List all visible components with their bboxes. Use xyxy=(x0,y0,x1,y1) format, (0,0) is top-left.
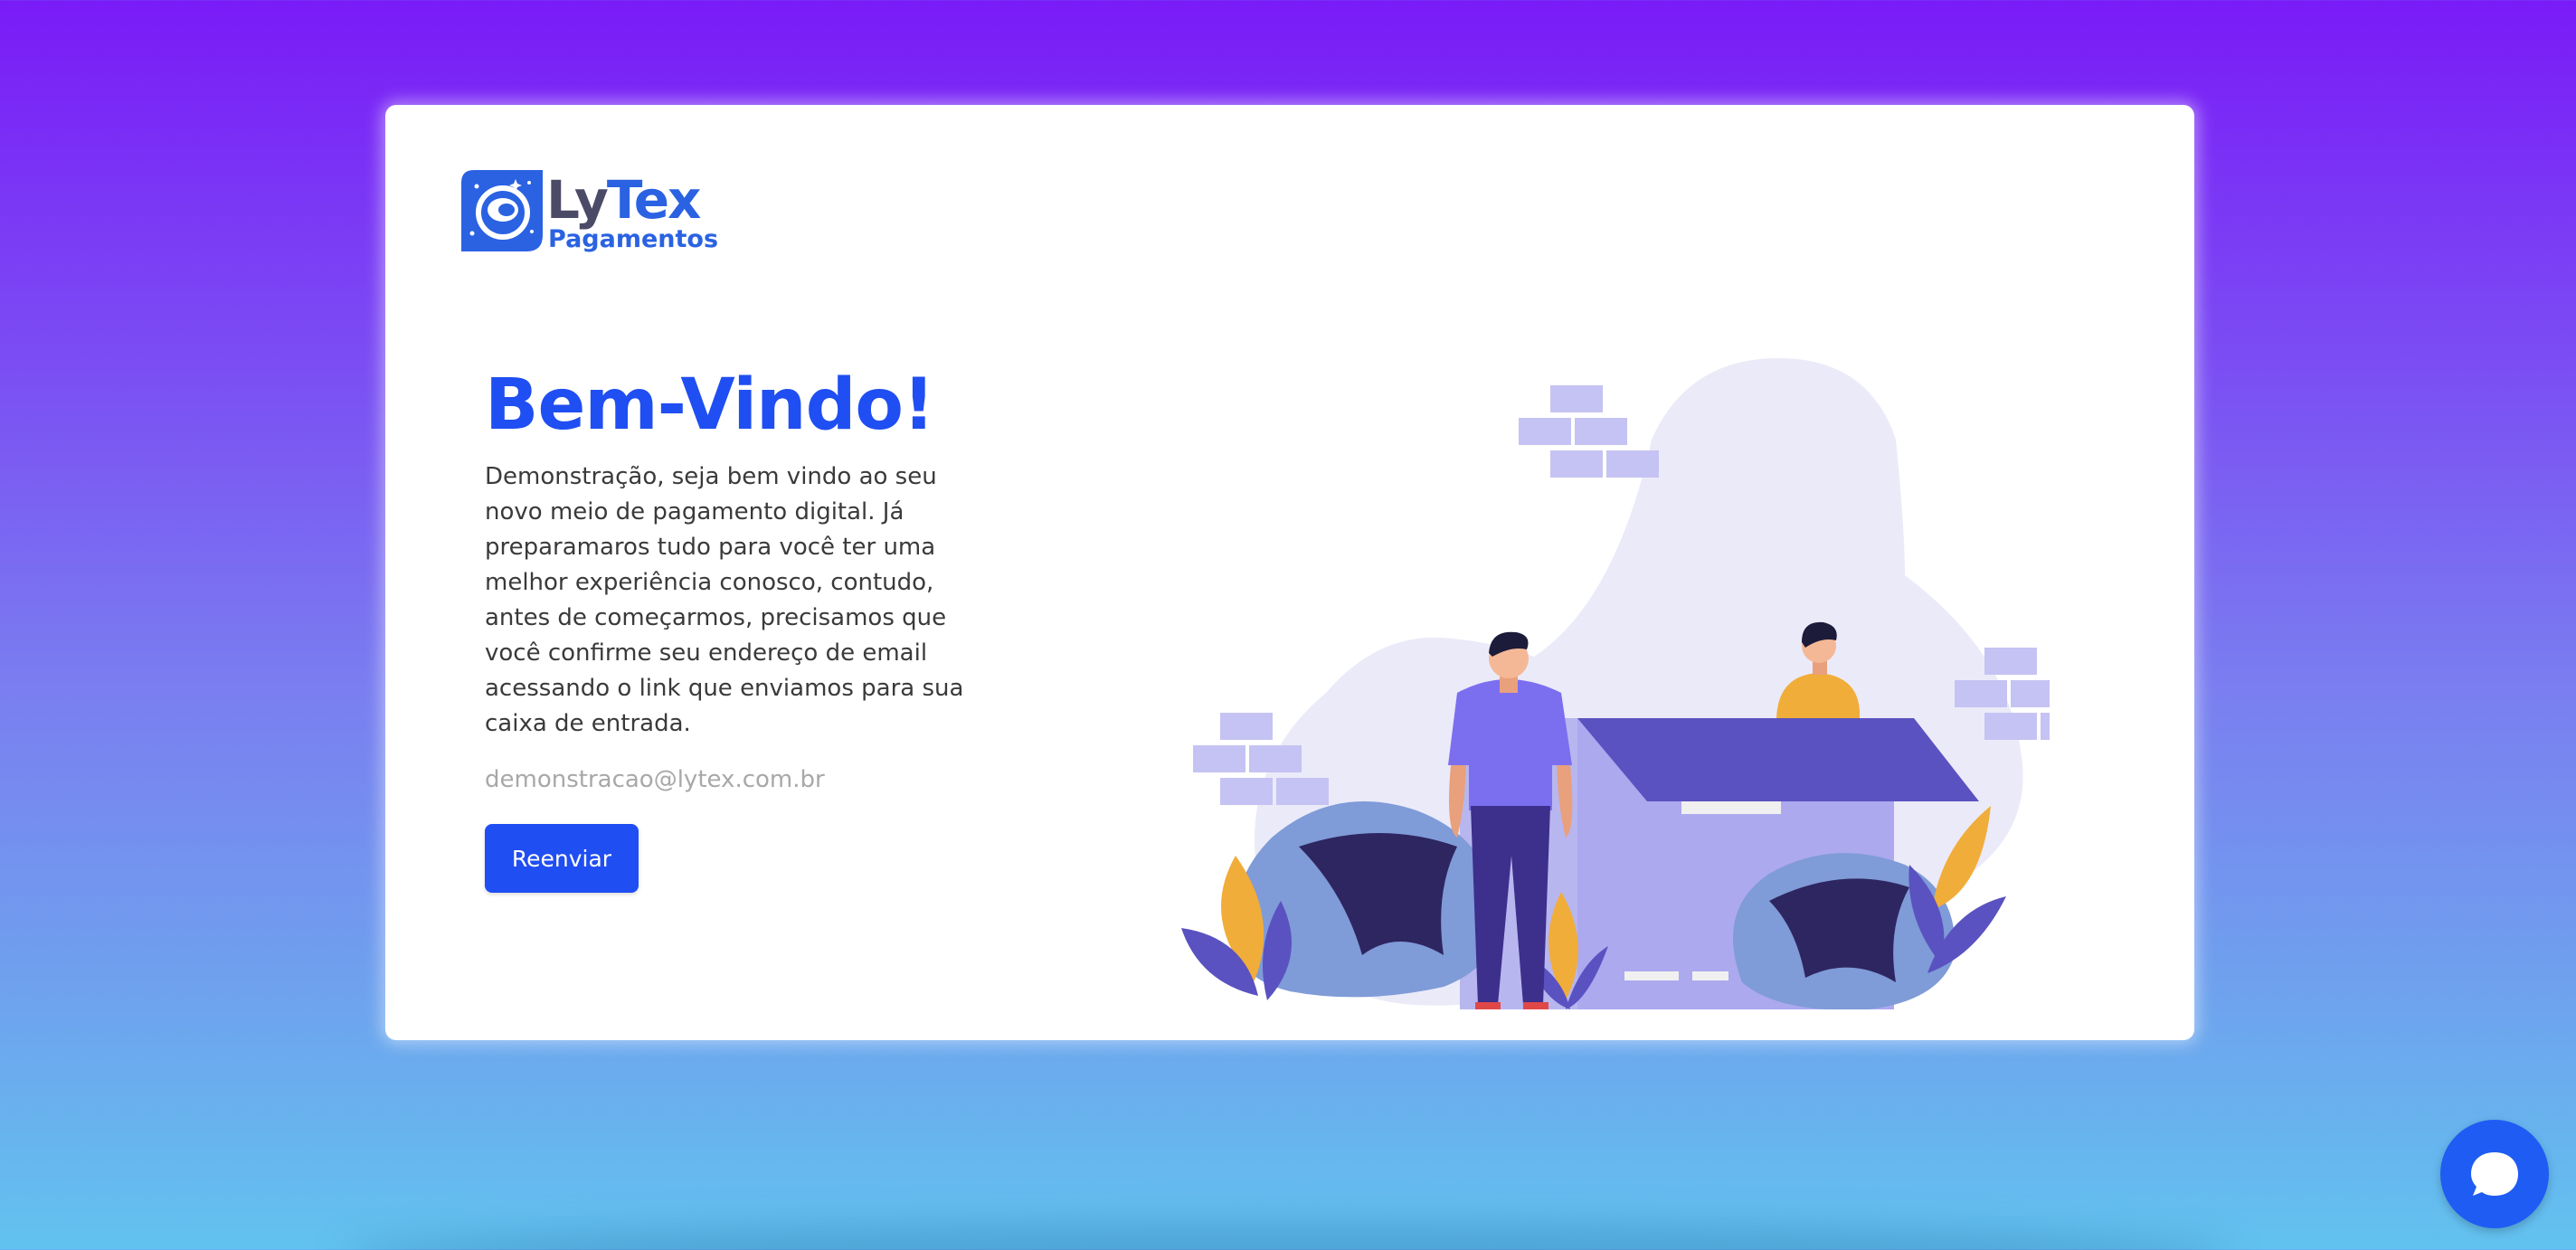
chat-button[interactable] xyxy=(2440,1120,2549,1228)
welcome-card: LyTex Pagamentos Bem-Vindo! Demonstração… xyxy=(385,105,2194,1040)
page-title: Bem-Vindo! xyxy=(485,365,935,446)
resend-button[interactable]: Reenviar xyxy=(485,824,639,893)
brand-logo[interactable]: LyTex Pagamentos xyxy=(461,169,718,257)
user-email: demonstracao@lytex.com.br xyxy=(485,766,825,793)
chat-bubble-icon xyxy=(2471,1152,2518,1196)
brand-subtitle: Pagamentos xyxy=(548,225,719,253)
bricks-top xyxy=(1519,385,1659,478)
astronaut-logo-icon xyxy=(461,170,543,251)
welcome-description: Demonstração, seja bem vindo ao seu novo… xyxy=(485,463,964,737)
welcome-illustration xyxy=(1181,358,2050,1009)
page-bottom-shadow xyxy=(344,1223,2232,1250)
brand-name: LyTex xyxy=(546,169,701,231)
